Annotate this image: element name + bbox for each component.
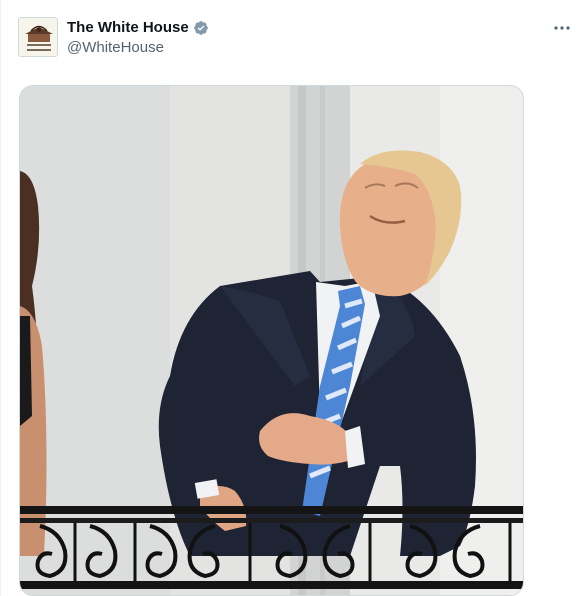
author-handle[interactable]: @WhiteHouse <box>67 38 209 58</box>
white-house-logo-icon <box>19 18 57 56</box>
tweet-photo[interactable] <box>19 85 524 596</box>
tweet-header: The White House @WhiteHouse <box>67 19 209 58</box>
avatar[interactable] <box>18 17 58 57</box>
verified-badge-icon <box>193 21 208 35</box>
more-options-icon <box>554 26 570 30</box>
author-display-name[interactable]: The White House <box>67 19 189 37</box>
tweet: The White House @WhiteHouse <box>0 0 583 596</box>
photo-image <box>20 86 523 595</box>
more-options-button[interactable] <box>549 18 575 38</box>
author-name-row: The White House <box>67 19 209 37</box>
